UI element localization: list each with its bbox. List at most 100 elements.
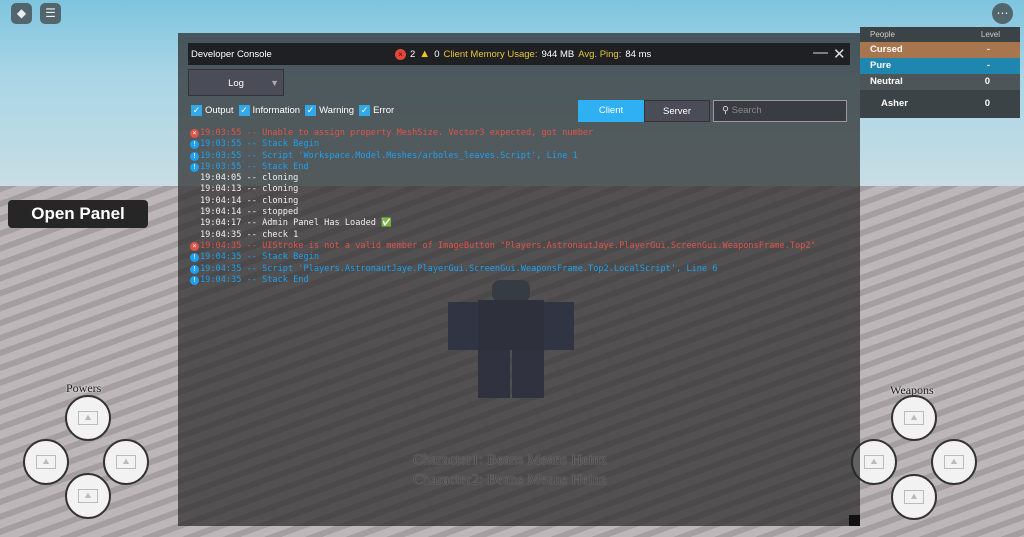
log-entry: ! 19:04:35 -- Stack End xyxy=(190,275,816,286)
info-icon: ! xyxy=(190,151,199,161)
open-panel-button[interactable]: Open Panel xyxy=(8,200,148,228)
tab-server[interactable]: Server xyxy=(644,100,710,122)
filters: ✓ Output ✓ Information ✓ Warning ✓ Error xyxy=(191,105,394,116)
close-button[interactable]: ✕ xyxy=(833,45,846,63)
ping-label: Avg. Ping: xyxy=(578,48,622,60)
power-slot-button[interactable]: ⛰ xyxy=(103,439,149,485)
log-entry: 19:04:35 -- check 1 xyxy=(190,230,816,241)
weapon-slot-button[interactable]: ⛰ xyxy=(891,395,937,441)
power-slot-button[interactable]: ⛰ xyxy=(65,395,111,441)
log-text: 19:04:17 -- Admin Panel Has Loaded ✅ xyxy=(200,218,392,229)
row-name: Pure xyxy=(870,60,892,71)
log-text: 19:04:35 -- Stack Begin xyxy=(200,252,319,263)
error-icon: × xyxy=(395,48,406,60)
filter-information[interactable]: ✓ Information xyxy=(238,105,300,116)
log-entry: × 19:03:55 -- Unable to assign property M… xyxy=(190,128,816,139)
more-icon: ⋯ xyxy=(996,6,1009,20)
log-entry: ! 19:03:55 -- Script 'Workspace.Model.Mes… xyxy=(190,151,816,162)
warning-icon: ▲ xyxy=(419,48,431,60)
weapon-slot-button[interactable]: ⛰ xyxy=(891,474,937,520)
console-titlebar[interactable]: Developer Console × 2 ▲ 0 Client Memory … xyxy=(188,43,850,65)
image-placeholder-icon: ⛰ xyxy=(116,455,136,469)
image-placeholder-icon: ⛰ xyxy=(78,489,98,503)
log-entry: 19:04:17 -- Admin Panel Has Loaded ✅ xyxy=(190,218,816,229)
log-text: 19:03:55 -- Unable to assign property Me… xyxy=(200,128,594,138)
log-entry: ! 19:04:35 -- Stack Begin xyxy=(190,252,816,263)
log-entry: 19:04:14 -- cloning xyxy=(190,196,816,207)
log-entry: 19:04:14 -- stopped xyxy=(190,207,816,218)
image-placeholder-icon: ⛰ xyxy=(944,455,964,469)
console-title: Developer Console xyxy=(191,48,272,60)
checkbox-checked-icon: ✓ xyxy=(359,105,371,116)
row-name: Cursed xyxy=(870,44,903,55)
search-placeholder: Search xyxy=(731,105,762,116)
filter-error[interactable]: ✓ Error xyxy=(359,105,394,116)
power-slot-button[interactable]: ⛰ xyxy=(65,473,111,519)
chat-button[interactable]: ☰ xyxy=(40,3,61,24)
output-icon xyxy=(190,231,199,240)
player-row[interactable]: Asher 0 xyxy=(860,90,1020,117)
image-placeholder-icon: ⛰ xyxy=(904,490,924,504)
roblox-menu-button[interactable]: ◆ xyxy=(11,3,32,24)
row-name: Asher xyxy=(881,98,908,109)
filter-output[interactable]: ✓ Output xyxy=(191,105,234,116)
weapon-slot-button[interactable]: ⛰ xyxy=(931,439,977,485)
tab-client[interactable]: Client xyxy=(578,100,644,122)
player-row[interactable]: Neutral 0 xyxy=(860,74,1020,90)
resize-handle[interactable] xyxy=(849,515,860,526)
output-icon xyxy=(190,197,199,206)
output-icon xyxy=(190,208,199,217)
log-text: 19:03:55 -- Stack End xyxy=(200,161,309,172)
image-placeholder-icon: ⛰ xyxy=(904,411,924,425)
search-icon: ⚲ xyxy=(722,105,729,116)
error-icon: × xyxy=(190,129,199,139)
info-icon: ! xyxy=(190,163,199,173)
dropdown-value: Log xyxy=(228,78,244,89)
player-row[interactable]: Pure - xyxy=(860,58,1020,74)
more-button[interactable]: ⋯ xyxy=(992,3,1013,24)
row-name: Neutral xyxy=(870,76,903,87)
error-count: 2 xyxy=(410,48,416,60)
filter-label: Error xyxy=(373,105,395,117)
filter-label: Warning xyxy=(319,105,355,117)
log-entry: ! 19:04:35 -- Script 'Players.AstronautJa… xyxy=(190,264,816,275)
info-icon: ! xyxy=(190,253,199,263)
image-placeholder-icon: ⛰ xyxy=(36,455,56,469)
header-level: Level xyxy=(980,30,1000,39)
minimize-button[interactable]: — xyxy=(813,44,828,61)
player-row[interactable]: Cursed - xyxy=(860,42,1020,58)
log-entry: ! 19:03:55 -- Stack End xyxy=(190,162,816,173)
checkbox-checked-icon: ✓ xyxy=(238,105,250,116)
info-icon: ! xyxy=(190,140,199,150)
roblox-logo-icon: ◆ xyxy=(16,6,27,20)
log-text: 19:04:05 -- cloning xyxy=(200,173,299,184)
log-text: 19:04:35 -- UIStroke is not a valid memb… xyxy=(200,240,816,251)
character-captions: Character1: Beans Means Heinz Character2… xyxy=(400,450,620,490)
log-text: 19:04:35 -- Stack End xyxy=(200,274,309,285)
log-entry: ! 19:03:55 -- Stack Begin xyxy=(190,139,816,150)
output-icon xyxy=(190,220,199,229)
log-text: 19:03:55 -- Stack Begin xyxy=(200,139,319,150)
ping-value: 84 ms xyxy=(625,48,652,60)
row-level: 0 xyxy=(984,76,990,87)
player-list-header: People Level xyxy=(860,27,1020,42)
memory-label: Client Memory Usage: xyxy=(443,48,538,60)
view-dropdown[interactable]: Log ▼ xyxy=(188,69,284,96)
info-icon: ! xyxy=(190,276,199,285)
chat-icon: ☰ xyxy=(45,6,56,20)
row-level: - xyxy=(986,44,990,55)
chevron-down-icon: ▼ xyxy=(270,78,279,88)
image-placeholder-icon: ⛰ xyxy=(864,455,884,469)
log-text: 19:04:35 -- check 1 xyxy=(200,229,299,240)
checkbox-checked-icon: ✓ xyxy=(305,105,317,116)
search-input[interactable]: ⚲ Search xyxy=(713,100,847,122)
filter-warning[interactable]: ✓ Warning xyxy=(305,105,354,116)
log-entry: 19:04:05 -- cloning xyxy=(190,173,816,184)
power-slot-button[interactable]: ⛰ xyxy=(23,439,69,485)
error-icon: × xyxy=(190,242,199,252)
output-icon xyxy=(190,186,199,195)
log-list: × 19:03:55 -- Unable to assign property M… xyxy=(190,128,816,286)
info-icon: ! xyxy=(190,264,199,274)
log-entry: × 19:04:35 -- UIStroke is not a valid mem… xyxy=(190,241,816,252)
warning-count: 0 xyxy=(434,48,440,60)
